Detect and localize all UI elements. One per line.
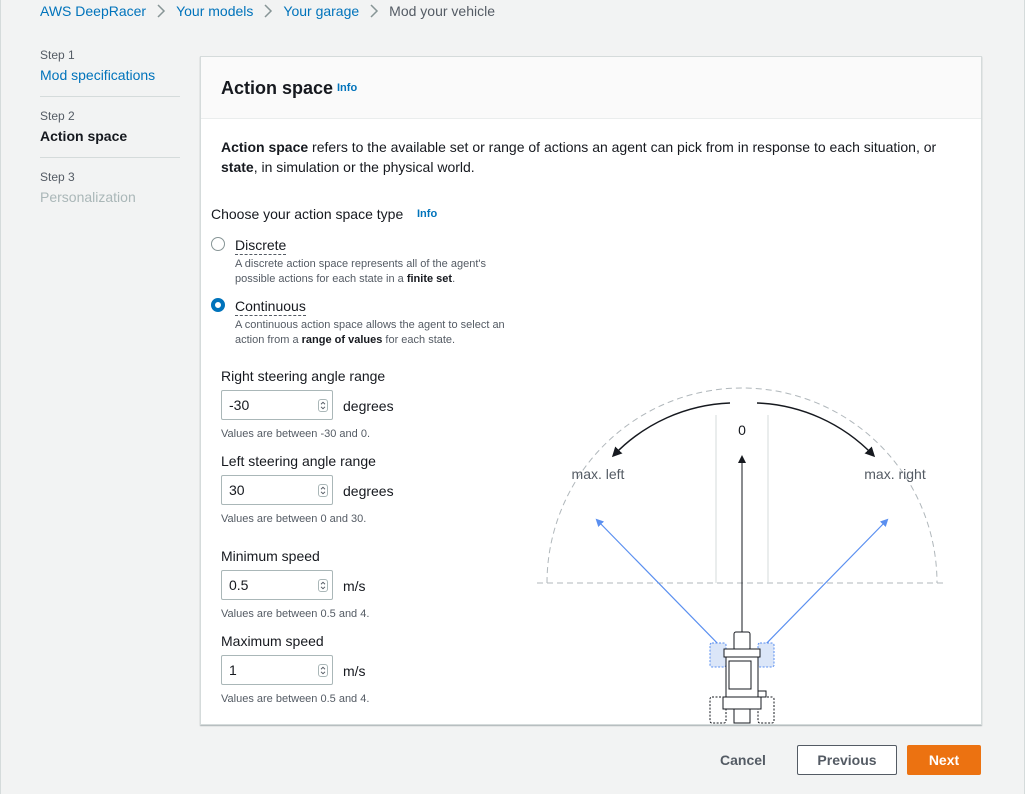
constraint-hint: Values are between -30 and 0. [221, 428, 371, 440]
car-icon [709, 631, 775, 724]
breadcrumb-aws-deepracer[interactable]: AWS DeepRacer [40, 3, 146, 19]
info-link[interactable]: Info [337, 82, 357, 94]
max-left-vector [595, 518, 724, 650]
desc-bold: range of values [301, 334, 383, 346]
description-bold: state [221, 159, 254, 175]
stepper-icon[interactable] [318, 579, 328, 592]
right-steering-arc [756, 402, 876, 458]
step-label-action-space: Action space [40, 128, 128, 144]
next-button[interactable]: Next [907, 745, 981, 775]
unit-label: degrees [343, 398, 394, 414]
constraint-hint: Values are between 0.5 and 4. [221, 608, 370, 620]
action-space-panel: Action space Info Action space refers to… [200, 56, 982, 725]
stepper-icon[interactable] [318, 484, 328, 497]
chevron-right-icon [253, 4, 283, 18]
step-1: Step 1 Mod specifications [40, 48, 180, 97]
radio-description: A continuous action space allows the age… [235, 318, 525, 348]
desc-text: for each state. [382, 334, 456, 346]
step-3: Step 3 Personalization [40, 170, 180, 218]
input-value: -30 [229, 397, 250, 413]
wizard-steps: Step 1 Mod specifications Step 2 Action … [40, 48, 180, 230]
window-edge-left [0, 0, 1, 794]
chevron-right-icon [146, 4, 176, 18]
info-link[interactable]: Info [417, 208, 437, 220]
right-steering-label: Right steering angle range [221, 368, 386, 384]
stepper-icon[interactable] [318, 399, 328, 412]
stepper-icon[interactable] [318, 664, 328, 677]
action-space-type-label: Choose your action space type [211, 206, 404, 222]
breadcrumb-your-models[interactable]: Your models [176, 3, 253, 19]
desc-text: . [452, 273, 456, 285]
description-text: refers to the available set or range of … [308, 139, 937, 155]
chevron-right-icon [359, 4, 389, 18]
panel-header: Action space Info [201, 57, 981, 119]
radio-label-continuous[interactable]: Continuous [235, 297, 306, 316]
radio-discrete[interactable] [211, 237, 225, 251]
constraint-hint: Values are between 0 and 30. [221, 513, 367, 525]
unit-label: m/s [343, 663, 366, 679]
step-number: Step 1 [40, 48, 75, 62]
panel-title: Action space [221, 78, 334, 98]
minimum-speed-input[interactable]: 0.5 [221, 570, 333, 600]
center-angle-label: 0 [738, 422, 746, 438]
radio-label-discrete[interactable]: Discrete [235, 236, 287, 255]
right-steering-input[interactable]: -30 [221, 390, 333, 420]
left-steering-arc [611, 402, 731, 458]
step-label-personalization: Personalization [40, 189, 136, 205]
max-left-label: max. left [572, 466, 625, 482]
maximum-speed-input[interactable]: 1 [221, 655, 333, 685]
constraint-hint: Values are between 0.5 and 4. [221, 693, 370, 705]
step-2: Step 2 Action space [40, 109, 180, 158]
cancel-button[interactable]: Cancel [710, 745, 776, 775]
maximum-speed-label: Maximum speed [221, 633, 324, 649]
steering-diagram: 0 max. left max. right [537, 387, 947, 724]
step-link-mod-specifications[interactable]: Mod specifications [40, 66, 180, 84]
breadcrumb-current: Mod your vehicle [389, 3, 495, 19]
desc-bold: finite set [406, 273, 453, 285]
left-steering-label: Left steering angle range [221, 453, 376, 469]
previous-button[interactable]: Previous [797, 745, 897, 775]
minimum-speed-label: Minimum speed [221, 548, 320, 564]
unit-label: degrees [343, 483, 394, 499]
breadcrumb: AWS DeepRacer Your models Your garage Mo… [40, 2, 495, 20]
max-right-vector [760, 518, 889, 650]
step-number: Step 3 [40, 170, 75, 184]
left-steering-input[interactable]: 30 [221, 475, 333, 505]
input-value: 30 [229, 482, 245, 498]
max-right-label: max. right [864, 466, 926, 482]
input-value: 0.5 [229, 577, 249, 593]
step-number: Step 2 [40, 109, 75, 123]
input-value: 1 [229, 662, 237, 678]
description-text: , in simulation or the physical world. [253, 159, 475, 175]
unit-label: m/s [343, 578, 366, 594]
description-bold: Action space [221, 139, 309, 155]
radio-continuous[interactable] [211, 298, 225, 312]
action-space-description: Action space refers to the available set… [221, 137, 961, 177]
breadcrumb-your-garage[interactable]: Your garage [283, 3, 359, 19]
radio-description: A discrete action space represents all o… [235, 257, 525, 287]
